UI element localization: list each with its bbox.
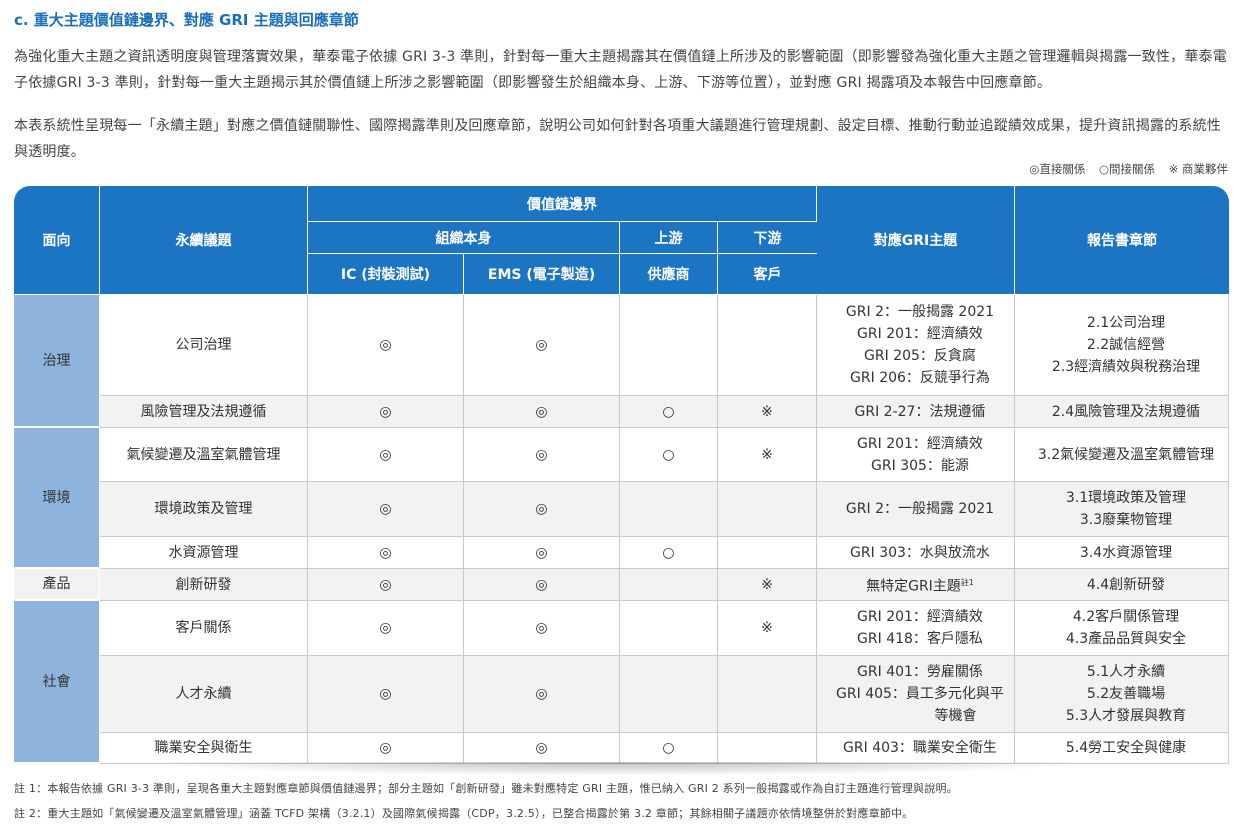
aspect-product: 產品 bbox=[14, 569, 100, 601]
chapter-cell: 2.1公司治理 2.2誠信經營 2.3經濟績效與稅務治理 bbox=[1015, 295, 1229, 396]
chapter-cell: 3.4水資源管理 bbox=[1015, 537, 1229, 569]
topic-cell: 公司治理 bbox=[100, 295, 308, 396]
ic-mark: ◎ bbox=[308, 396, 464, 428]
footnote-1: 註 1：本報告依據 GRI 3-3 準則，呈現各重大主題對應章節與價值鏈邊界；部… bbox=[14, 782, 958, 795]
header-ic: IC (封裝測試) bbox=[308, 254, 464, 295]
supplier-mark: ○ bbox=[620, 428, 718, 482]
aspect-governance: 治理 bbox=[14, 295, 100, 428]
supplier-mark bbox=[620, 482, 718, 537]
topic-cell: 客戶關係 bbox=[100, 601, 308, 656]
header-supplier: 供應商 bbox=[620, 254, 718, 295]
topic-cell: 環境政策及管理 bbox=[100, 482, 308, 537]
ic-mark: ◎ bbox=[308, 482, 464, 537]
chapter-cell: 4.2客戶關係管理 4.3產品品質與安全 bbox=[1015, 601, 1229, 656]
legend-direct: ◎直接關係 bbox=[1029, 162, 1086, 176]
aspect-environment: 環境 bbox=[14, 428, 100, 569]
supplier-mark bbox=[620, 295, 718, 396]
supplier-mark: ○ bbox=[620, 396, 718, 428]
topic-cell: 風險管理及法規遵循 bbox=[100, 396, 308, 428]
chapter-cell: 2.4風險管理及法規遵循 bbox=[1015, 396, 1229, 428]
table-shadow bbox=[130, 762, 1110, 776]
ic-mark: ◎ bbox=[308, 428, 464, 482]
ems-mark: ◎ bbox=[464, 601, 620, 656]
topic-cell: 人才永續 bbox=[100, 656, 308, 733]
gri-cell: GRI 403：職業安全衛生 bbox=[817, 733, 1015, 764]
ic-mark: ◎ bbox=[308, 295, 464, 396]
ems-mark: ◎ bbox=[464, 428, 620, 482]
chapter-cell: 5.1人才永續 5.2友善職場 5.3人才發展與教育 bbox=[1015, 656, 1229, 733]
ems-mark: ◎ bbox=[464, 482, 620, 537]
header-upstream: 上游 bbox=[620, 222, 718, 254]
footnote-2: 註 2：重大主題如「氣候變遷及溫室氣體管理」涵蓋 TCFD 架構（3.2.1）及… bbox=[14, 807, 914, 820]
topic-cell: 創新研發 bbox=[100, 569, 308, 601]
footnote-ref: 註1 bbox=[960, 577, 974, 587]
customer-mark bbox=[718, 537, 817, 569]
gri-cell: GRI 2：一般揭露 2021 GRI 201：經濟績效 GRI 205：反貪腐 G… bbox=[817, 295, 1015, 396]
topic-cell: 職業安全與衛生 bbox=[100, 733, 308, 764]
customer-mark bbox=[718, 656, 817, 733]
gri-cell: GRI 201：經濟績效 GRI 418：客戶隱私 bbox=[817, 601, 1015, 656]
customer-mark: ※ bbox=[718, 601, 817, 656]
topic-cell: 氣候變遷及溫室氣體管理 bbox=[100, 428, 308, 482]
header-customer: 客戶 bbox=[718, 254, 817, 295]
ems-mark: ◎ bbox=[464, 569, 620, 601]
ems-mark: ◎ bbox=[464, 656, 620, 733]
chapter-cell: 3.1環境政策及管理 3.3廢棄物管理 bbox=[1015, 482, 1229, 537]
header-ems: EMS (電子製造) bbox=[464, 254, 620, 295]
supplier-mark bbox=[620, 569, 718, 601]
materiality-table: 面向 永續議題 價值鏈邊界 對應GRI主題 報告書章節 組織本身 上游 下游 I… bbox=[14, 186, 1229, 764]
ems-mark: ◎ bbox=[464, 396, 620, 428]
ems-mark: ◎ bbox=[464, 295, 620, 396]
customer-mark bbox=[718, 295, 817, 396]
aspect-society: 社會 bbox=[14, 601, 100, 764]
topic-cell: 水資源管理 bbox=[100, 537, 308, 569]
ic-mark: ◎ bbox=[308, 656, 464, 733]
legend-indirect: ○間接關係 bbox=[1099, 162, 1156, 176]
header-value-chain: 價值鏈邊界 bbox=[308, 186, 817, 222]
header-gri: 對應GRI主題 bbox=[817, 186, 1015, 295]
supplier-mark: ○ bbox=[620, 537, 718, 569]
header-aspect: 面向 bbox=[14, 186, 100, 295]
chapter-cell: 5.4勞工安全與健康 bbox=[1015, 733, 1229, 764]
gri-cell: GRI 201：經濟績效 GRI 305：能源 bbox=[817, 428, 1015, 482]
gri-cell: GRI 303：水與放流水 bbox=[817, 537, 1015, 569]
customer-mark bbox=[718, 482, 817, 537]
legend: ◎直接關係 ○間接關係 ※ 商業夥伴 bbox=[1019, 161, 1228, 177]
gri-cell: GRI 401：勞雇關係 GRI 405：員工多元化與平 等機會 bbox=[817, 656, 1015, 733]
ems-mark: ◎ bbox=[464, 537, 620, 569]
ems-mark: ◎ bbox=[464, 733, 620, 764]
supplier-mark bbox=[620, 601, 718, 656]
customer-mark: ※ bbox=[718, 428, 817, 482]
customer-mark: ※ bbox=[718, 569, 817, 601]
ic-mark: ◎ bbox=[308, 601, 464, 656]
section-title: c. 重大主題價值鏈邊界、對應 GRI 主題與回應章節 bbox=[14, 11, 359, 29]
chapter-cell: 4.4創新研發 bbox=[1015, 569, 1229, 601]
header-organization: 組織本身 bbox=[308, 222, 620, 254]
ic-mark: ◎ bbox=[308, 733, 464, 764]
header-downstream: 下游 bbox=[718, 222, 817, 254]
ic-mark: ◎ bbox=[308, 537, 464, 569]
description-paragraph: 本表系統性呈現每一「永續主題」對應之價值鏈關聯性、國際揭露準則及回應章節，說明公… bbox=[14, 118, 1221, 160]
customer-mark: ※ bbox=[718, 396, 817, 428]
ic-mark: ◎ bbox=[308, 569, 464, 601]
header-chapter: 報告書章節 bbox=[1015, 186, 1229, 295]
customer-mark bbox=[718, 733, 817, 764]
supplier-mark: ○ bbox=[620, 733, 718, 764]
gri-cell: GRI 2：一般揭露 2021 bbox=[817, 482, 1015, 537]
chapter-cell: 3.2氣候變遷及溫室氣體管理 bbox=[1015, 428, 1229, 482]
supplier-mark bbox=[620, 656, 718, 733]
header-topic: 永續議題 bbox=[100, 186, 308, 295]
legend-partner: ※ 商業夥伴 bbox=[1168, 162, 1228, 176]
gri-cell: GRI 2-27：法規遵循 bbox=[817, 396, 1015, 428]
intro-paragraph: 為強化重大主題之資訊透明度與管理落實效果，華泰電子依據 GRI 3-3 準則，針… bbox=[14, 49, 1227, 91]
gri-cell: 無特定GRI主題註1 bbox=[817, 569, 1015, 601]
